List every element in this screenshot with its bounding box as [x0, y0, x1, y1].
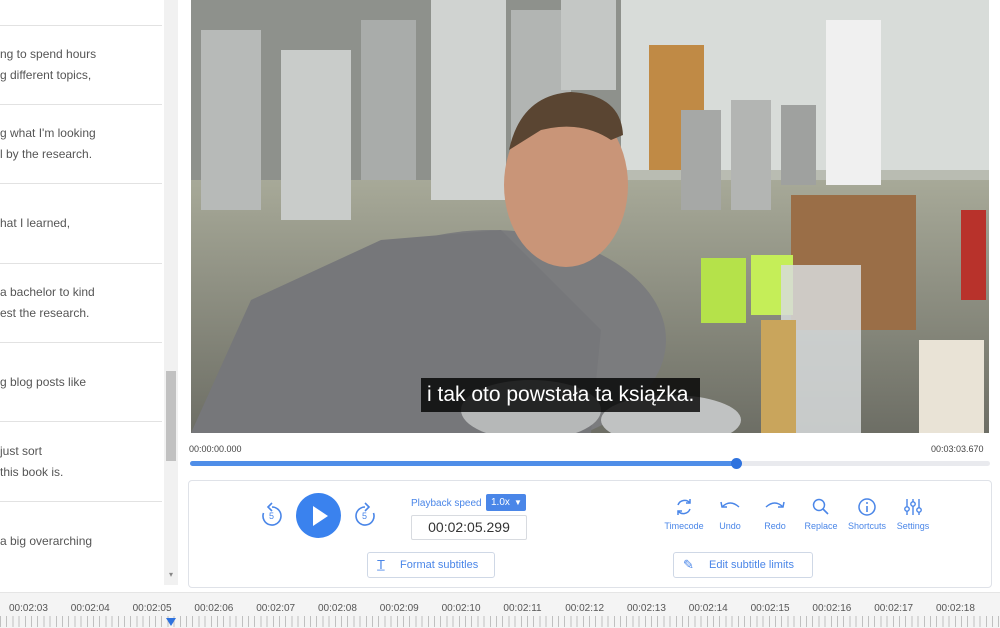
ruler-time-label: 00:02:05	[132, 603, 172, 614]
subtitle-text: this book is.	[0, 465, 64, 479]
ruler-time-label: 00:02:16	[812, 603, 852, 614]
subtitle-overlay: i tak oto powstała ta książka.	[421, 378, 701, 412]
subtitle-text: just sort	[0, 444, 43, 458]
subtitle-segment[interactable]: a big overarching	[0, 502, 162, 585]
format-subtitles-button[interactable]: T̲ Format subtitles	[367, 552, 495, 578]
subtitle-list[interactable]: ng to spend hours g different topics, g …	[0, 0, 162, 585]
ruler-time-label: 00:02:13	[627, 603, 666, 614]
search-icon	[812, 498, 829, 515]
subtitle-segment[interactable]: hat I learned,	[0, 184, 162, 264]
current-time-field[interactable]: 00:02:05.299	[411, 515, 527, 540]
subtitle-segment[interactable]: just sort this book is.	[0, 422, 162, 502]
subtitle-text: ng to spend hours	[0, 47, 97, 61]
ruler-time-label: 00:02:10	[441, 603, 481, 614]
subtitle-text: g what I'm looking	[0, 126, 96, 140]
ruler-time-label: 00:02:03	[9, 603, 48, 614]
undo-button[interactable]: Undo	[705, 497, 755, 531]
scrollbar-track[interactable]	[164, 0, 178, 585]
replace-label: Replace	[804, 521, 838, 531]
redo-label: Redo	[764, 521, 786, 531]
playback-speed-value: 1.0x	[491, 497, 510, 508]
subtitle-text: l by the research.	[0, 147, 93, 161]
subtitle-text: est the research.	[0, 306, 90, 320]
play-icon	[313, 506, 328, 526]
seek-bar-progress	[190, 461, 736, 466]
redo-button[interactable]: Redo	[750, 497, 800, 531]
subtitle-text: g blog posts like	[0, 375, 87, 389]
start-time: 00:00:00.000	[189, 444, 242, 454]
forward-button[interactable]: 5	[352, 502, 378, 530]
subtitle-segment[interactable]: a bachelor to kind est the research.	[0, 264, 162, 343]
edit-subtitle-limits-button[interactable]: ✎ Edit subtitle limits	[673, 552, 813, 578]
video-player[interactable]: i tak oto powstała ta książka.	[191, 0, 989, 433]
subtitle-segment[interactable]: ng to spend hours g different topics,	[0, 26, 162, 105]
ruler-time-label: 00:02:12	[565, 603, 605, 614]
forward-seconds: 5	[362, 511, 368, 521]
ruler-time-label: 00:02:17	[874, 603, 914, 614]
settings-label: Settings	[896, 521, 930, 531]
end-time: 00:03:03.670	[931, 444, 984, 454]
play-button[interactable]	[296, 493, 341, 538]
ruler-time-label: 00:02:08	[318, 603, 357, 614]
ruler-time-label: 00:02:11	[503, 603, 542, 614]
edit-subtitle-limits-label: Edit subtitle limits	[709, 559, 794, 571]
scrollbar-thumb[interactable]	[166, 371, 176, 461]
subtitle-text: a bachelor to kind	[0, 285, 95, 299]
ruler-time-label: 00:02:18	[936, 603, 975, 614]
chevron-down-icon: ▼	[514, 498, 522, 507]
ruler-time-label: 00:02:14	[688, 603, 728, 614]
video-frame	[191, 0, 989, 433]
redo-icon	[765, 501, 785, 508]
undo-icon	[720, 501, 740, 508]
shortcuts-label: Shortcuts	[847, 521, 887, 531]
ruler-time-label: 00:02:15	[750, 603, 790, 614]
rewind-button[interactable]: 5	[259, 502, 285, 530]
playback-speed-select[interactable]: 1.0x ▼	[486, 494, 526, 511]
seek-handle[interactable]	[730, 458, 742, 469]
scroll-down-arrow-icon[interactable]: ▾	[166, 570, 176, 580]
playhead-marker[interactable]	[166, 618, 176, 626]
subtitle-segment[interactable]: g blog posts like	[0, 343, 162, 422]
timecode-icon	[677, 499, 691, 515]
subtitle-segment[interactable]	[0, 0, 162, 26]
seek-bar[interactable]	[190, 458, 990, 469]
sliders-icon	[904, 499, 922, 515]
subtitle-segment[interactable]: g what I'm looking l by the research.	[0, 105, 162, 184]
playback-speed-label: Playback speed	[411, 498, 482, 509]
rewind-seconds: 5	[269, 511, 275, 521]
subtitle-text: a big overarching	[0, 534, 93, 548]
timecode-button[interactable]: Timecode	[659, 497, 709, 531]
edit-icon: ✎	[683, 557, 694, 572]
replace-button[interactable]: Replace	[796, 497, 846, 531]
ruler-time-label: 00:02:09	[379, 603, 419, 614]
ruler-time-label: 00:02:04	[70, 603, 110, 614]
text-format-icon: T̲	[377, 557, 385, 572]
subtitle-text: g different topics,	[0, 68, 92, 82]
format-subtitles-label: Format subtitles	[400, 559, 479, 571]
ruler-time-label: 00:02:06	[194, 603, 234, 614]
info-icon	[858, 498, 876, 516]
ruler-ticks	[0, 616, 1000, 627]
shortcuts-button[interactable]: Shortcuts	[842, 497, 892, 531]
timecode-label: Timecode	[664, 521, 704, 531]
undo-label: Undo	[719, 521, 741, 531]
subtitle-text: hat I learned,	[0, 216, 71, 230]
ruler-time-label: 00:02:07	[256, 603, 296, 614]
settings-button[interactable]: Settings	[888, 497, 938, 531]
